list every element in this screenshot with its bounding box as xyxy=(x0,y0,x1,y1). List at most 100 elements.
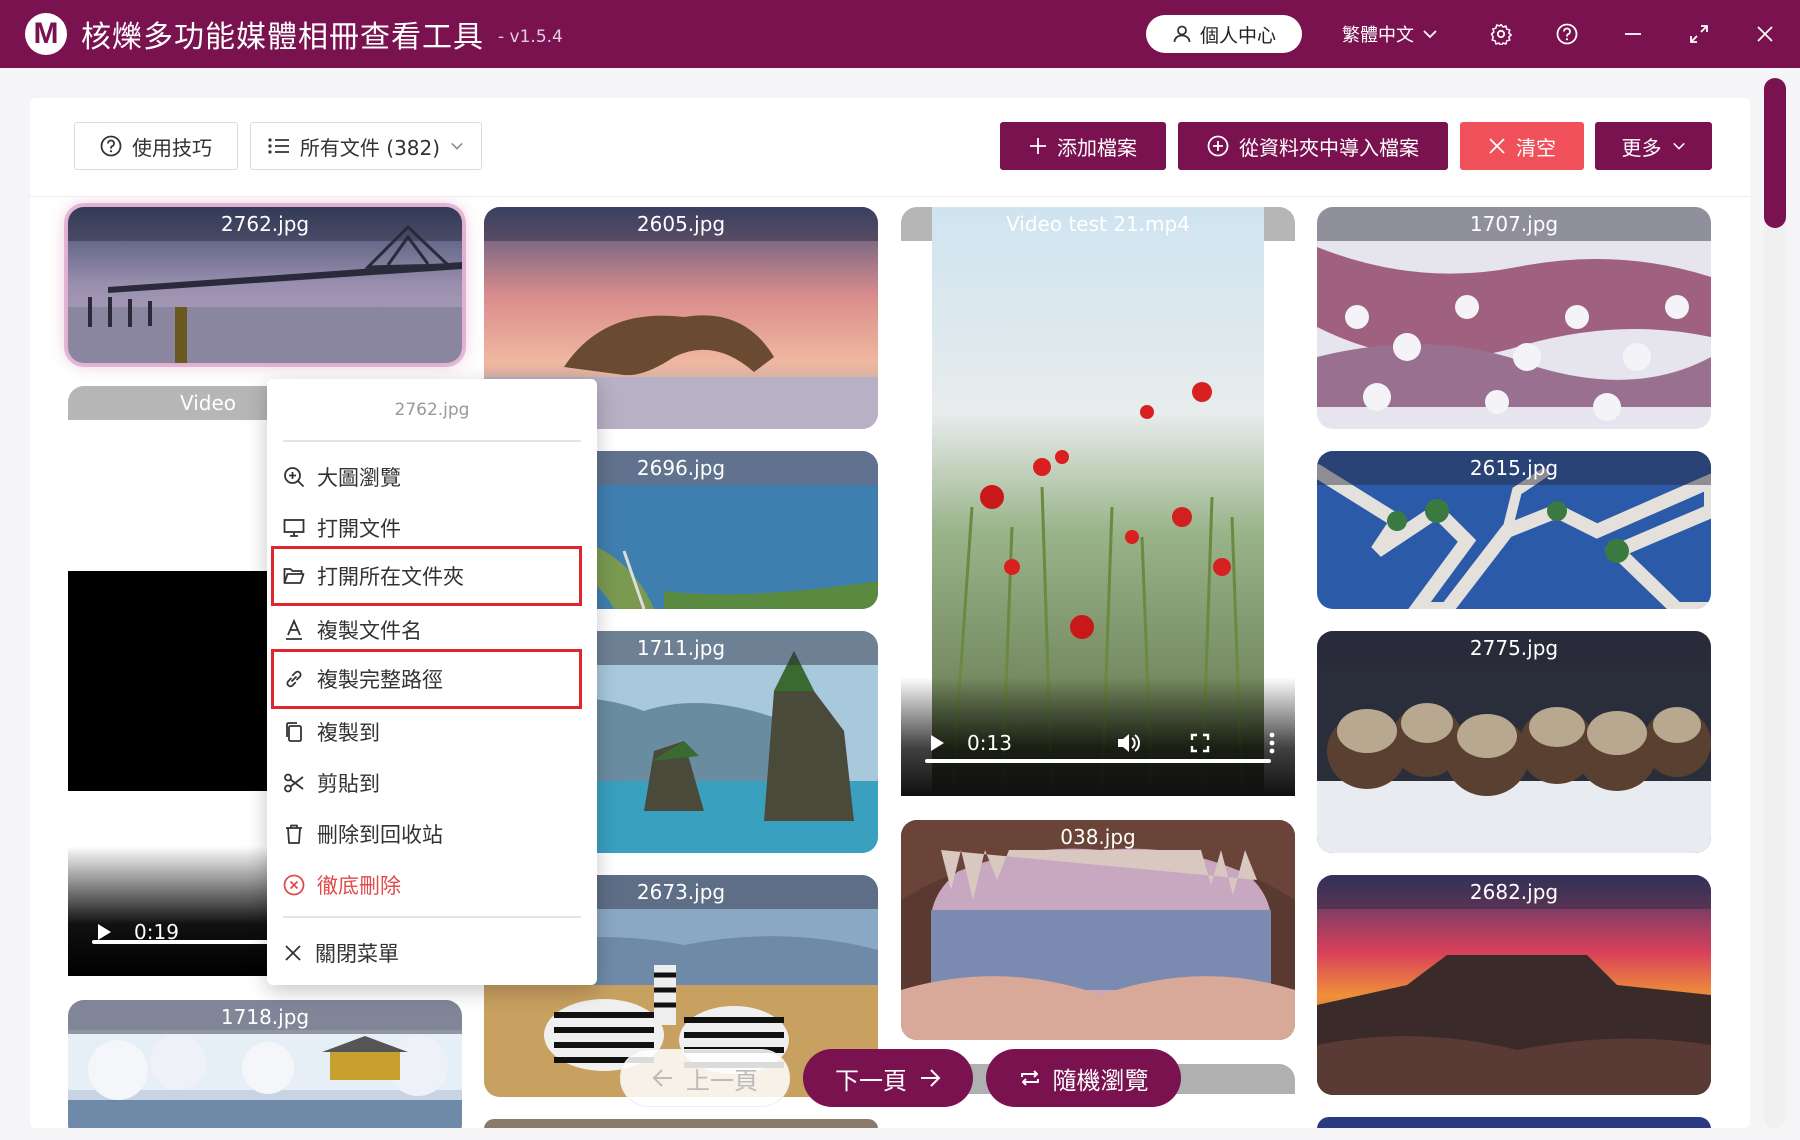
close-icon xyxy=(1489,138,1505,154)
user-icon xyxy=(1173,25,1191,43)
import-folder-label: 從資料夾中導入檔案 xyxy=(1239,135,1419,160)
card-title: 2615.jpg xyxy=(1317,451,1711,485)
gallery-card[interactable]: 2762.jpg xyxy=(68,207,462,363)
context-menu-header: 2762.jpg xyxy=(394,400,470,420)
play-icon[interactable] xyxy=(927,733,947,753)
minimize-icon xyxy=(1625,33,1641,35)
next-page-label: 下一頁 xyxy=(835,1066,907,1095)
prev-page-label: 上一頁 xyxy=(686,1066,758,1095)
menu-divider xyxy=(283,440,581,442)
menu-item-label: 複製文件名 xyxy=(317,619,422,643)
menu-item-copy-to[interactable]: 複製到 xyxy=(283,710,581,754)
monitor-icon xyxy=(283,519,305,537)
gallery-card[interactable]: 038.jpg xyxy=(901,820,1295,1040)
menu-item-copy-filename[interactable]: 複製文件名 xyxy=(283,608,581,652)
menu-item-cut-to[interactable]: 剪貼到 xyxy=(283,761,581,805)
repeat-icon xyxy=(1020,1070,1039,1086)
add-file-button[interactable]: 添加檔案 xyxy=(1000,122,1166,170)
menu-divider xyxy=(283,916,581,918)
gallery-card[interactable]: 1718.jpg xyxy=(68,1000,462,1128)
minimize-button[interactable] xyxy=(1620,21,1646,47)
tips-button[interactable]: 使用技巧 xyxy=(74,122,238,170)
scrollbar-track[interactable] xyxy=(1764,78,1786,1128)
video-progress-bar[interactable] xyxy=(925,759,1271,763)
menu-item-label: 關閉菜單 xyxy=(315,942,399,966)
app-version: - v1.5.4 xyxy=(498,27,563,47)
gallery-card[interactable]: 1707.jpg xyxy=(1317,207,1711,429)
fullscreen-icon[interactable] xyxy=(1190,733,1210,753)
play-icon[interactable] xyxy=(94,922,114,942)
more-vertical-icon[interactable] xyxy=(1268,732,1276,754)
arrow-left-icon xyxy=(652,1069,672,1087)
arrow-right-icon xyxy=(921,1069,941,1087)
copy-icon xyxy=(286,722,302,742)
gallery-card[interactable]: 2682.jpg xyxy=(1317,875,1711,1095)
menu-item-delete-permanently[interactable]: 徹底刪除 xyxy=(283,863,581,907)
menu-item-close-menu[interactable]: 關閉菜單 xyxy=(283,931,581,975)
context-menu: 2762.jpg 大圖瀏覽 打開文件 打開所在文件夾 複製文件名 複製完整路徑 xyxy=(267,379,597,985)
title-bar: M 核爍多功能媒體相冊查看工具 - v1.5.4 個人中心 繁體中文 xyxy=(0,0,1800,68)
chevron-down-icon xyxy=(451,142,463,150)
text-a-icon xyxy=(286,619,302,640)
chevron-down-icon xyxy=(1672,142,1685,150)
card-title: 2775.jpg xyxy=(1317,631,1711,665)
video-time: 0:13 xyxy=(967,731,1012,755)
menu-item-open-folder[interactable]: 打開所在文件夾 xyxy=(271,546,582,606)
gallery-card-video[interactable]: Video test 21.mp4 0:13 xyxy=(901,207,1295,796)
close-icon xyxy=(285,945,301,961)
settings-button[interactable] xyxy=(1488,21,1514,47)
card-title: Video test 21.mp4 xyxy=(1006,212,1190,236)
close-circle-icon xyxy=(283,874,305,896)
list-icon xyxy=(268,138,289,154)
trash-icon xyxy=(286,824,302,844)
card-title: 2605.jpg xyxy=(484,207,878,241)
scissors-icon xyxy=(284,773,304,793)
more-label: 更多 xyxy=(1621,135,1662,160)
folder-open-icon xyxy=(283,568,305,584)
user-center-button[interactable]: 個人中心 xyxy=(1146,15,1302,53)
menu-item-label: 複製到 xyxy=(317,721,380,745)
plus-circle-icon xyxy=(1207,135,1229,157)
gallery-card[interactable]: 2775.jpg xyxy=(1317,631,1711,853)
card-title: 038.jpg xyxy=(1060,825,1136,849)
zoom-in-icon xyxy=(284,467,305,488)
gallery-card[interactable]: 2615.jpg xyxy=(1317,451,1711,609)
add-file-label: 添加檔案 xyxy=(1057,135,1137,160)
language-label: 繁體中文 xyxy=(1342,25,1414,46)
plus-icon xyxy=(1030,138,1046,154)
menu-item-copy-full-path[interactable]: 複製完整路徑 xyxy=(271,649,582,709)
menu-item-label: 徹底刪除 xyxy=(317,874,401,898)
menu-item-label: 剪貼到 xyxy=(317,772,380,796)
chevron-down-icon xyxy=(1423,30,1437,39)
clear-button[interactable]: 清空 xyxy=(1460,122,1584,170)
card-title: 2682.jpg xyxy=(1317,875,1711,909)
menu-item-label: 打開所在文件夾 xyxy=(317,565,464,589)
menu-item-label: 刪除到回收站 xyxy=(317,823,443,847)
main-panel: 2762.jpg Video 0:19 1718.jpg 2605.jpg 26… xyxy=(30,98,1750,1128)
prev-page-button[interactable]: 上一頁 xyxy=(620,1049,790,1107)
scrollbar-thumb[interactable] xyxy=(1764,78,1786,228)
menu-item-preview[interactable]: 大圖瀏覽 xyxy=(283,455,581,499)
next-page-button[interactable]: 下一頁 xyxy=(803,1049,973,1107)
app-title: 核爍多功能媒體相冊查看工具 xyxy=(81,20,484,55)
menu-item-label: 打開文件 xyxy=(317,517,401,541)
language-select[interactable]: 繁體中文 xyxy=(1342,21,1438,47)
gallery-card-partial xyxy=(484,1119,878,1128)
more-dropdown[interactable]: 更多 xyxy=(1595,122,1712,170)
gear-icon xyxy=(1490,23,1512,45)
tips-label: 使用技巧 xyxy=(132,135,212,160)
file-filter-dropdown[interactable]: 所有文件 (382) xyxy=(250,122,482,170)
menu-item-open-file[interactable]: 打開文件 xyxy=(283,506,581,550)
menu-item-recycle[interactable]: 刪除到回收站 xyxy=(283,812,581,856)
random-browse-button[interactable]: 隨機瀏覽 xyxy=(986,1049,1181,1107)
close-window-button[interactable] xyxy=(1752,21,1778,47)
clear-label: 清空 xyxy=(1516,135,1556,160)
help-button[interactable] xyxy=(1554,21,1580,47)
video-controls: 0:13 xyxy=(901,713,1295,773)
toolbar-divider xyxy=(30,196,1750,197)
import-folder-button[interactable]: 從資料夾中導入檔案 xyxy=(1178,122,1448,170)
app-window: M 核爍多功能媒體相冊查看工具 - v1.5.4 個人中心 繁體中文 2762.… xyxy=(0,0,1800,1140)
user-center-label: 個人中心 xyxy=(1199,24,1276,47)
maximize-button[interactable] xyxy=(1686,21,1712,47)
volume-icon[interactable] xyxy=(1116,732,1142,754)
